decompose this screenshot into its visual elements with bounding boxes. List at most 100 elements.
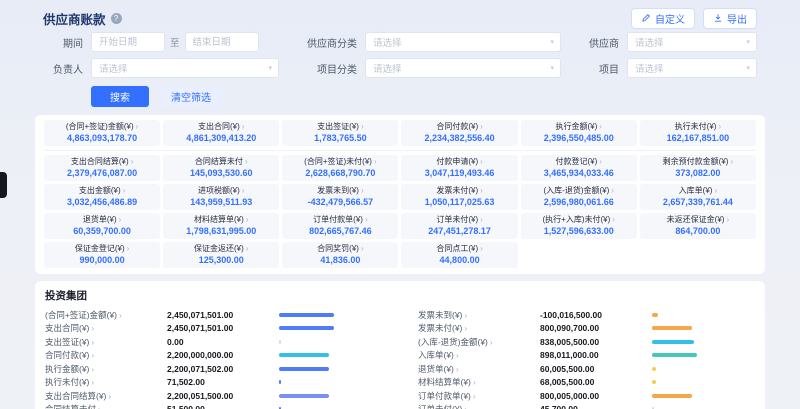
metric-row[interactable]: 合同付款(¥)›2,200,000,000.00 <box>45 349 382 363</box>
metric-bar-chart <box>652 340 755 344</box>
metric-row[interactable]: (合同+签证)金额(¥)›2,450,071,501.00 <box>45 308 382 322</box>
metric-label: 订单付款单(¥)› <box>418 390 540 402</box>
metric-row[interactable]: 订单未付(¥)›45,700.00 <box>418 403 755 409</box>
stat-card[interactable]: 保证金返还(¥)›125,300.00 <box>163 242 279 268</box>
stat-card[interactable]: 材料结算单(¥)›1,798,631,995.00 <box>163 213 279 239</box>
chevron-right-icon: › <box>361 186 364 195</box>
metric-row[interactable]: 入库单(¥)›898,011,000.00 <box>418 349 755 363</box>
stat-card[interactable]: 发票未到(¥)›-432,479,566.57 <box>282 184 398 210</box>
owner-select[interactable]: 请选择 ▾ <box>91 58 279 78</box>
metric-row[interactable]: (入库-退货)金额(¥)›838,005,500.00 <box>418 335 755 349</box>
chevron-down-icon: ▾ <box>746 38 750 46</box>
customize-button[interactable]: 自定义 <box>631 8 695 29</box>
supplier-label: 供应商 <box>577 35 619 50</box>
stat-label: 退货单(¥)› <box>46 215 158 224</box>
stat-card[interactable]: 入库单(¥)›2,657,339,761.44 <box>640 184 756 210</box>
metric-bar-chart <box>652 353 755 357</box>
stat-card[interactable]: 订单付款单(¥)›802,665,767.46 <box>282 213 398 239</box>
stat-card[interactable]: 合同付款(¥)›2,234,382,556.40 <box>401 120 517 146</box>
metric-row[interactable]: 执行未付(¥)›71,502.00 <box>45 376 382 390</box>
chevron-right-icon: › <box>242 122 245 131</box>
stat-label: 合同点工(¥)› <box>403 244 515 253</box>
stat-value: 247,451,278.17 <box>403 226 515 236</box>
supplier-accounts-page: 供应商账款 ? 自定义 导出 期间 至 <box>0 0 800 409</box>
help-icon[interactable]: ? <box>111 13 122 24</box>
sidebar-toggle-handle[interactable] <box>0 172 7 198</box>
metric-row[interactable]: 执行金额(¥)›2,200,071,502.00 <box>45 362 382 376</box>
supplier-category-select[interactable]: 请选择 ▾ <box>365 32 561 52</box>
stat-card[interactable]: (执行+入库)未付(¥)›1,527,596,633.00 <box>521 213 637 239</box>
search-button[interactable]: 搜索 <box>91 86 149 107</box>
project-select[interactable]: 请选择 ▾ <box>627 58 757 78</box>
select-placeholder: 请选择 <box>373 61 402 75</box>
stat-label: 订单未付(¥)› <box>403 215 515 224</box>
supplier-select[interactable]: 请选择 ▾ <box>627 32 757 52</box>
project-category-select[interactable]: 请选择 ▾ <box>365 58 561 78</box>
stat-card[interactable]: 执行金额(¥)›2,396,550,485.00 <box>521 120 637 146</box>
metric-bar-chart <box>652 367 755 371</box>
stat-card[interactable]: 执行未付(¥)›162,167,851.00 <box>640 120 756 146</box>
stat-card[interactable]: 付款申请(¥)›3,047,119,493.46 <box>401 155 517 181</box>
stat-card[interactable]: (合同+签证)未付(¥)›2,628,668,790.70 <box>282 155 398 181</box>
stat-card[interactable]: 合同点工(¥)› 44,800.00 <box>401 242 517 268</box>
stat-card[interactable]: 支出合同结算(¥)›2,379,476,087.00 <box>44 155 160 181</box>
stat-value: 3,465,934,033.46 <box>523 168 635 178</box>
stat-label: 支出合同结算(¥)› <box>46 157 158 166</box>
metric-row[interactable]: 支出签证(¥)›0.00 <box>45 335 382 349</box>
metric-row[interactable]: 订单付款单(¥)›800,005,000.00 <box>418 389 755 403</box>
date-range: 至 <box>91 32 279 52</box>
metric-row[interactable]: 合同结算未付›51,500.00 <box>45 403 382 409</box>
metric-row[interactable]: 支出合同结算(¥)›2,200,051,500.00 <box>45 389 382 403</box>
stat-card[interactable]: 合同奖罚(¥)›41,836.00 <box>282 242 398 268</box>
metric-value: -100,016,500.00 <box>540 310 652 320</box>
page-header: 供应商账款 ? 自定义 导出 <box>35 6 765 30</box>
metric-row[interactable]: 发票未付(¥)›800,090,700.00 <box>418 322 755 336</box>
stat-value: 864,700.00 <box>642 226 754 236</box>
stat-card[interactable]: 支出金额(¥)›3,032,456,486.89 <box>44 184 160 210</box>
stat-card[interactable]: 剩余预付款金额(¥)›373,082.00 <box>640 155 756 181</box>
stat-card[interactable]: 进项税额(¥)›143,959,511.93 <box>163 184 279 210</box>
stat-card[interactable]: 保证金登记(¥)›990,000.00 <box>44 242 160 268</box>
stat-card[interactable]: 订单未付(¥)› 247,451,278.17 <box>401 213 517 239</box>
stat-card[interactable]: (合同+签证)金额(¥)›4,863,093,178.70 <box>44 120 160 146</box>
stat-label: 执行未付(¥)› <box>642 122 754 131</box>
stat-card[interactable]: 支出签证(¥)›1,783,765.50 <box>282 120 398 146</box>
end-date-input[interactable] <box>185 32 259 52</box>
chevron-right-icon: › <box>730 157 733 166</box>
stat-label: 发票未到(¥)› <box>284 186 396 195</box>
metric-row[interactable]: 支出合同(¥)›2,450,071,501.00 <box>45 322 382 336</box>
stat-card[interactable]: 付款登记(¥)› 3,465,934,033.46 <box>521 155 637 181</box>
clear-filters-button[interactable]: 清空筛选 <box>159 86 223 107</box>
stat-value: 44,800.00 <box>403 255 515 265</box>
chevron-right-icon: › <box>246 215 249 224</box>
stat-value: 4,861,309,413.20 <box>165 133 277 143</box>
start-date-input[interactable] <box>91 32 165 52</box>
chevron-right-icon: › <box>374 157 377 166</box>
stat-label: 付款登记(¥)› <box>523 157 635 166</box>
chevron-right-icon: › <box>464 310 467 320</box>
stat-value: 41,836.00 <box>284 255 396 265</box>
chevron-right-icon: › <box>456 350 459 360</box>
export-button[interactable]: 导出 <box>703 8 757 29</box>
chevron-right-icon: › <box>91 364 94 374</box>
chevron-right-icon: › <box>599 122 602 131</box>
metric-bar-chart <box>652 313 755 317</box>
stat-card[interactable]: 退货单(¥)›60,359,700.00 <box>44 213 160 239</box>
chevron-right-icon: › <box>464 404 467 409</box>
metric-row[interactable]: 材料结算单(¥)›68,005,500.00 <box>418 376 755 390</box>
supplier-field: 供应商 请选择 ▾ <box>577 32 757 52</box>
chevron-down-icon: ▾ <box>268 64 272 72</box>
stat-card[interactable]: 支出合同(¥)›4,861,309,413.20 <box>163 120 279 146</box>
metric-label: (入库-退货)金额(¥)› <box>418 336 540 348</box>
metric-row[interactable]: 发票未到(¥)›-100,016,500.00 <box>418 308 755 322</box>
filter-row-2: 负责人 请选择 ▾ 项目分类 请选择 ▾ 项目 请选择 ▾ <box>43 58 757 78</box>
chevron-right-icon: › <box>490 337 493 347</box>
stat-card[interactable]: 合同结算未付›145,093,530.60 <box>163 155 279 181</box>
metric-row[interactable]: 退货单(¥)›60,005,500.00 <box>418 362 755 376</box>
stat-card[interactable]: 未返还保证金(¥)›864,700.00 <box>640 213 756 239</box>
chevron-right-icon: › <box>136 122 139 131</box>
metric-label: 退货单(¥)› <box>418 363 540 375</box>
stat-card[interactable]: (入库-退货)金额(¥)›2,596,980,061.66 <box>521 184 637 210</box>
stats-divider <box>44 150 756 151</box>
stat-card[interactable]: 发票未付(¥)›1,050,117,025.63 <box>401 184 517 210</box>
